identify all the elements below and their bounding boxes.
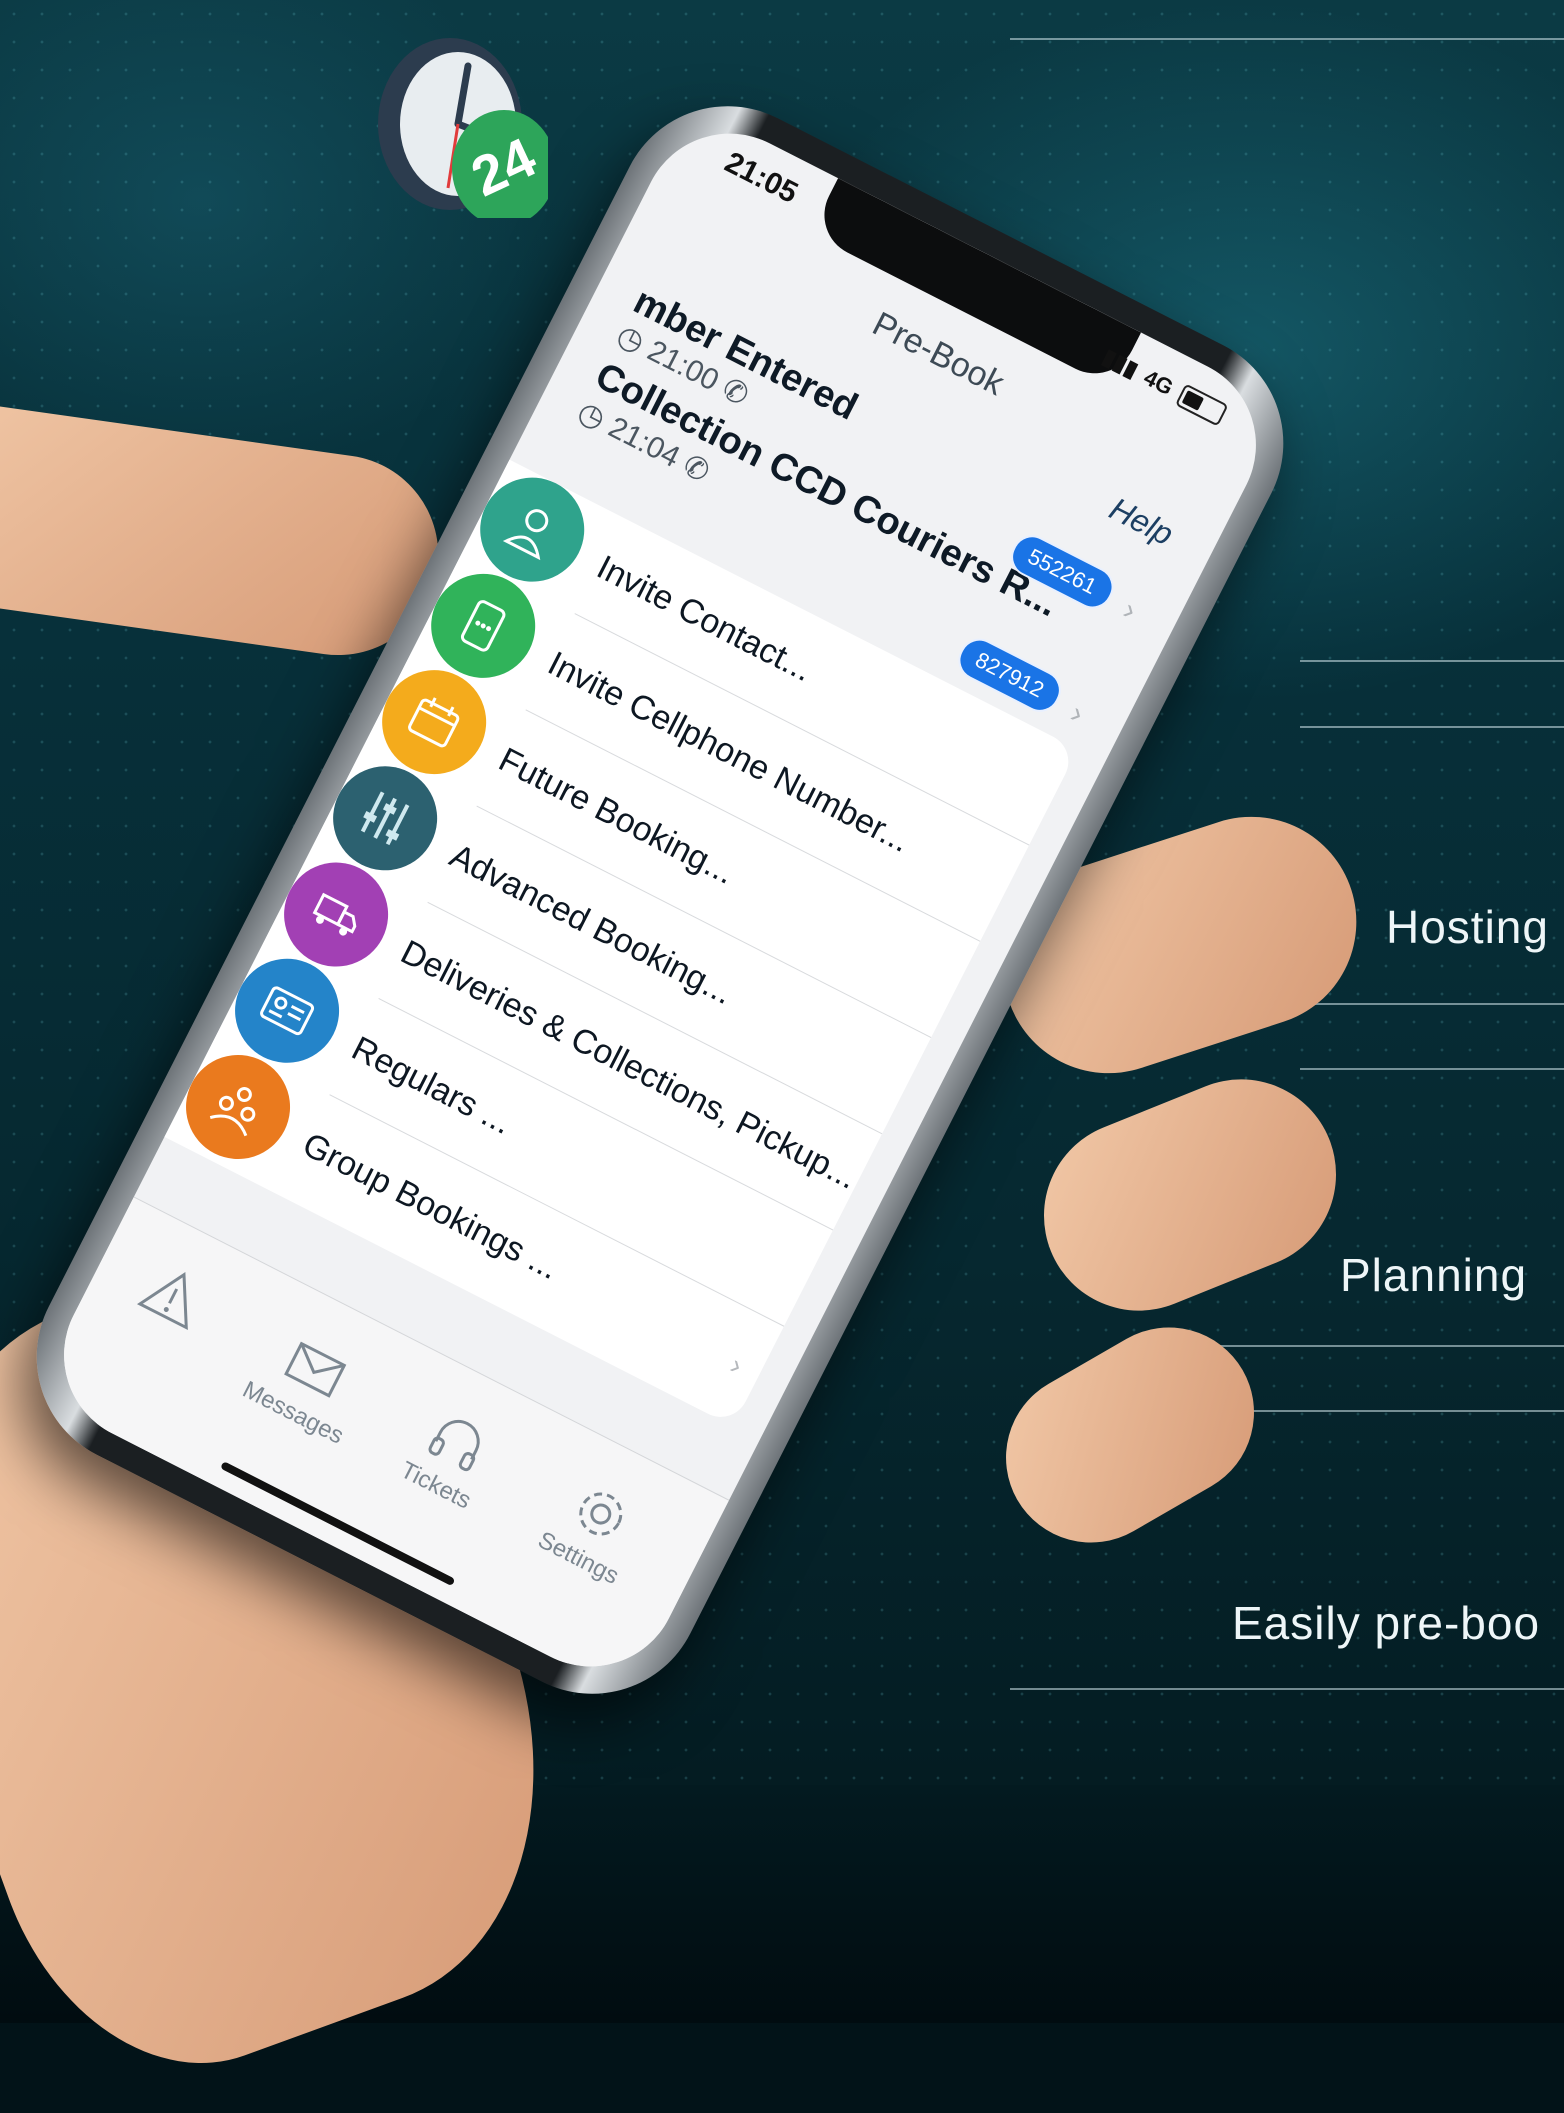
warning-icon <box>97 1238 249 1355</box>
divider-line <box>1300 726 1564 728</box>
divider-line <box>1180 1345 1564 1347</box>
tab-alerts[interactable] <box>94 1238 249 1360</box>
feature-hosting-text: Hosting <box>1386 901 1549 953</box>
tab-settings[interactable]: Settings <box>509 1456 676 1603</box>
divider-line <box>1300 1003 1564 1005</box>
feature-planning-text: Planning <box>1340 1249 1528 1301</box>
tab-tickets[interactable]: Tickets <box>367 1383 534 1530</box>
divider-line <box>1300 660 1564 662</box>
network-label: 4G <box>1139 364 1178 401</box>
feature-easily-text: Easily pre-boo <box>1232 1597 1541 1649</box>
chevron-right-icon: › <box>725 1349 748 1381</box>
battery-icon <box>1174 383 1229 427</box>
divider-line <box>1300 1068 1564 1070</box>
tab-messages[interactable]: Messages <box>224 1310 391 1457</box>
clock-24-icon: 24 <box>372 28 556 226</box>
chevron-right-icon: › <box>1065 696 1090 731</box>
status-time: 21:05 <box>719 145 803 210</box>
divider-line <box>1010 1688 1564 1690</box>
divider-line <box>1010 38 1564 40</box>
